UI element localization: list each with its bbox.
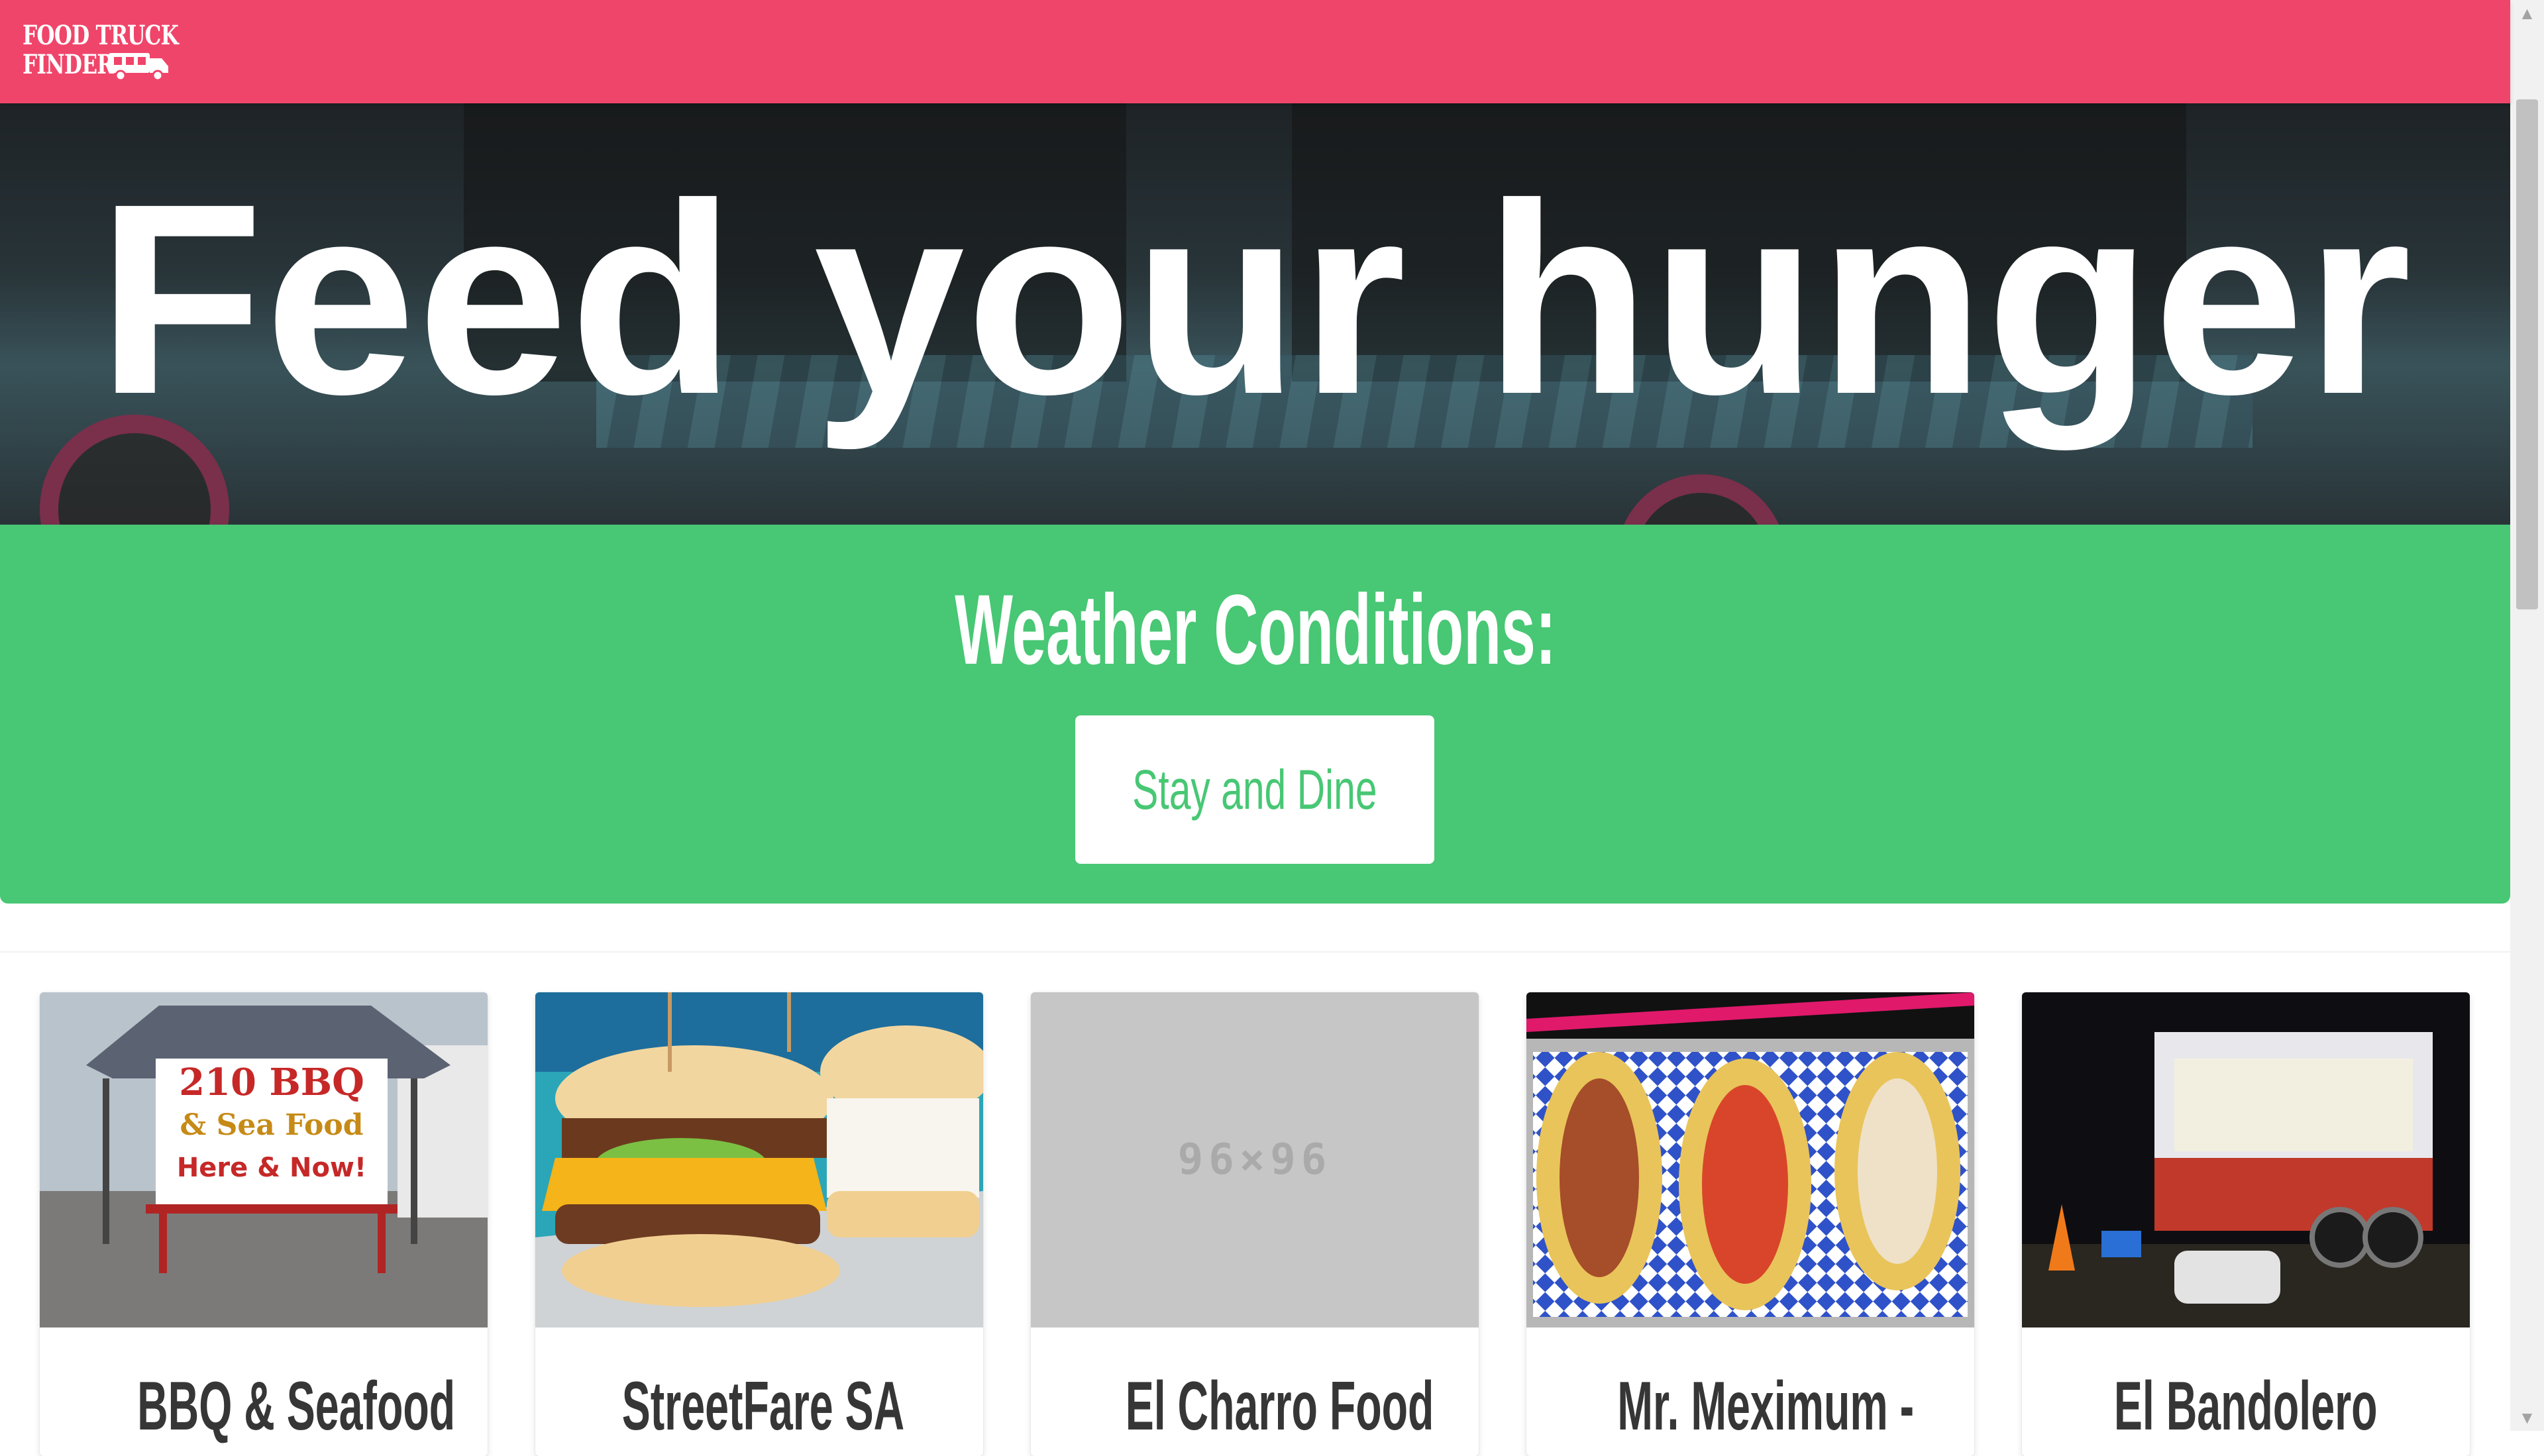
bbq-seafood-tent-photo: 210 BBQ & Sea Food Here & Now! [40, 992, 488, 1327]
truck-name-text: BBQ & Seafood [137, 1368, 456, 1445]
weather-panel: Weather Conditions: Stay and Dine [0, 525, 2510, 904]
food-truck-list: 210 BBQ & Sea Food Here & Now! BBQ & Sea… [0, 904, 2510, 1456]
stay-and-dine-button[interactable]: Stay and Dine [1075, 715, 1434, 864]
truck-name-text: StreetFare SA [621, 1368, 905, 1445]
weather-title-text: Weather Conditions: [954, 574, 1556, 685]
sign-line-1: 210 BBQ [179, 1061, 364, 1104]
food-trailer-night-photo [2022, 992, 2470, 1327]
hero-banner: Feed your hunger [0, 103, 2510, 525]
hero-truck-wheel [1616, 474, 1786, 525]
burger-photo [535, 992, 983, 1327]
truck-card[interactable]: 210 BBQ & Sea Food Here & Now! BBQ & Sea… [40, 992, 488, 1456]
scroll-up-arrow-icon[interactable]: ▲ [2510, 0, 2544, 26]
brand-line-2: FINDER [23, 49, 114, 80]
brand-logo[interactable]: FOOD TRUCK FINDER [23, 20, 179, 82]
weather-title: Weather Conditions: [0, 570, 2510, 689]
truck-card[interactable]: Mr. Meximum - [1526, 992, 1974, 1456]
truck-name[interactable]: BBQ & Seafood [40, 1363, 488, 1449]
scrollbar-thumb[interactable] [2516, 99, 2538, 609]
truck-card[interactable]: El Bandolero [2022, 992, 2470, 1456]
navbar: FOOD TRUCK FINDER [0, 0, 2510, 103]
page-scrollbar[interactable]: ▲ ▼ [2510, 0, 2544, 1431]
placeholder-image: 96×96 [1031, 992, 1479, 1327]
sign-line-2: & Sea Food [180, 1108, 364, 1142]
scroll-down-arrow-icon[interactable]: ▼ [2510, 1404, 2544, 1431]
truck-photo [2022, 992, 2470, 1327]
placeholder-text: 96×96 [1177, 1135, 1332, 1184]
truck-name[interactable]: Mr. Meximum - [1526, 1363, 1974, 1449]
truck-photo [1526, 992, 1974, 1327]
stay-and-dine-label: Stay and Dine [1132, 758, 1377, 821]
truck-card[interactable]: 96×96 El Charro Food [1031, 992, 1479, 1456]
truck-name[interactable]: StreetFare SA [535, 1363, 983, 1449]
brand-line-1: FOOD TRUCK [23, 20, 179, 51]
truck-name[interactable]: El Charro Food [1031, 1363, 1479, 1449]
truck-name-text: El Charro Food [1125, 1368, 1434, 1445]
truck-name-text: El Bandolero [2114, 1368, 2378, 1445]
hero-title: Feed your hunger [97, 147, 2413, 450]
truck-name[interactable]: El Bandolero [2022, 1363, 2470, 1449]
list-divider [0, 951, 2510, 953]
truck-name-text: Mr. Meximum - [1617, 1368, 1915, 1445]
truck-card[interactable]: StreetFare SA [535, 992, 983, 1456]
truck-photo [535, 992, 983, 1327]
sign-line-3: Here & Now! [177, 1153, 366, 1183]
truck-photo: 210 BBQ & Sea Food Here & Now! [40, 992, 488, 1327]
food-truck-icon [109, 53, 168, 81]
tacos-photo [1526, 992, 1974, 1327]
